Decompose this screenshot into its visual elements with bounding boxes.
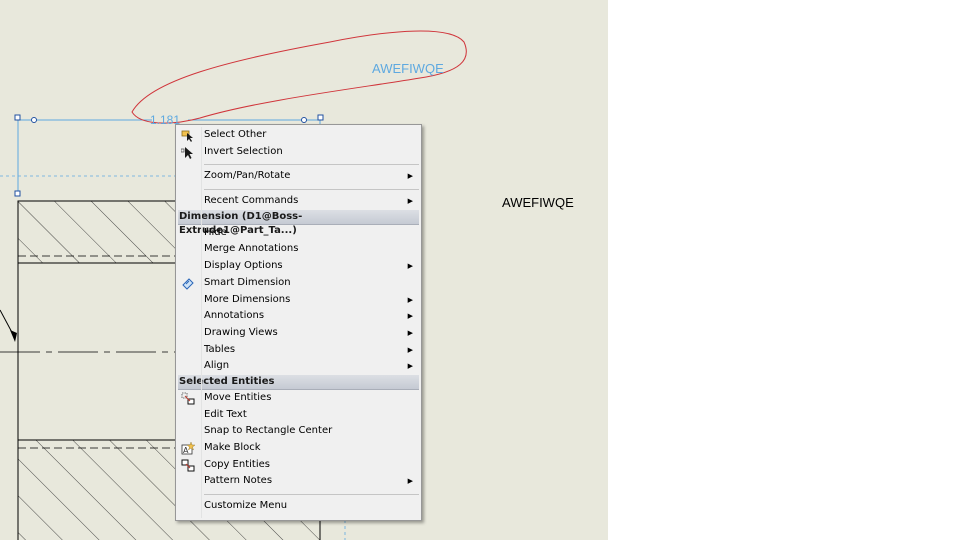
menu-item-label: Hide [204,226,227,238]
menu-item-label: Smart Dimension [204,276,291,288]
menu-item-label: Drawing Views [204,326,278,338]
note-outside-sheet[interactable]: AWEFIWQE [502,195,574,210]
menu-item-move-entities[interactable]: Move Entities [176,390,421,407]
submenu-arrow-icon: ▶ [407,477,413,486]
menu-item-label: Edit Text [204,408,247,420]
menu-section-header-dimension: Dimension (D1@Boss-Extrude1@Part_Ta...) [178,209,419,236]
menu-item-merge-annotations[interactable]: Merge Annotations [176,241,421,258]
menu-item-more-dimensions[interactable]: More Dimensions ▶ [176,292,421,309]
menu-item-drawing-views[interactable]: Drawing Views ▶ [176,325,421,342]
make-block-icon: A [181,441,196,455]
menu-item-display-options[interactable]: Display Options ▶ [176,258,421,275]
dimension-grip[interactable] [14,114,21,121]
menu-item-hide[interactable]: Hide [176,225,421,242]
menu-item-edit-text[interactable]: Edit Text [176,407,421,424]
menu-separator [204,189,419,191]
dimension-arrow-point[interactable] [301,117,307,123]
menu-item-label: Customize Menu [204,500,288,512]
submenu-arrow-icon: ▶ [407,362,413,371]
invert-selection-icon [180,146,195,159]
menu-item-customize-menu[interactable]: Customize Menu [176,498,421,515]
menu-item-recent-commands[interactable]: Recent Commands ▶ [176,193,421,210]
submenu-arrow-icon: ▶ [407,328,413,337]
markup-ellipse [131,30,467,124]
menu-item-label: Align [204,360,230,372]
context-menu: Select Other Invert Selection Zoom/Pan/R… [175,124,422,521]
submenu-arrow-icon: ▶ [407,295,413,304]
menu-item-select-other[interactable]: Select Other [176,127,421,144]
submenu-arrow-icon: ▶ [407,345,413,354]
move-entities-icon [181,392,195,405]
note-inside-markup[interactable]: AWEFIWQE [372,61,444,76]
menu-item-label: Tables [204,343,236,355]
menu-item-make-block[interactable]: A Make Block [176,440,421,457]
menu-item-label: Select Other [204,129,267,140]
menu-item-label: Invert Selection [204,145,283,157]
menu-item-label: Recent Commands [204,195,299,207]
submenu-arrow-icon: ▶ [407,197,413,206]
menu-item-label: Annotations [204,310,265,322]
menu-item-tables[interactable]: Tables ▶ [176,342,421,359]
menu-item-label: Zoom/Pan/Rotate [204,170,291,182]
menu-item-zoom-pan-rotate[interactable]: Zoom/Pan/Rotate ▶ [176,168,421,185]
menu-item-copy-entities[interactable]: Copy Entities [176,457,421,474]
menu-item-label: Merge Annotations [204,243,299,255]
menu-item-label: Pattern Notes [204,475,273,487]
menu-item-annotations[interactable]: Annotations ▶ [176,308,421,325]
menu-separator [204,164,419,166]
submenu-arrow-icon: ▶ [407,172,413,181]
dimension-arrow-point[interactable] [31,117,37,123]
dimension-grip[interactable] [14,190,21,197]
menu-item-label: Display Options [204,260,283,272]
menu-item-label: Make Block [204,442,261,453]
svg-text:A: A [183,446,189,455]
leader-arrowhead [10,330,17,342]
menu-item-snap-to-rectangle-center[interactable]: Snap to Rectangle Center [176,423,421,440]
menu-item-pattern-notes[interactable]: Pattern Notes ▶ [176,473,421,490]
menu-item-label: Snap to Rectangle Center [204,425,333,437]
submenu-arrow-icon: ▶ [407,262,413,271]
menu-section-header-selected-entities: Selected Entities [178,374,419,390]
copy-entities-icon [181,459,195,472]
menu-separator [204,494,419,496]
menu-item-invert-selection[interactable]: Invert Selection [176,144,421,161]
menu-item-align[interactable]: Align ▶ [176,358,421,375]
select-other-icon [181,129,195,142]
menu-item-label: Copy Entities [204,458,270,470]
menu-item-smart-dimension[interactable]: Smart Dimension [176,275,421,292]
dimension-grip[interactable] [317,114,324,121]
submenu-arrow-icon: ▶ [407,312,413,321]
smart-dimension-icon [181,277,195,290]
menu-item-label: More Dimensions [204,293,291,305]
menu-item-label: Move Entities [204,391,272,403]
